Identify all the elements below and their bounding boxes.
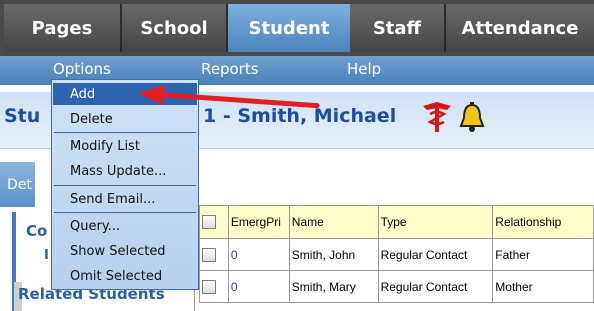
contact-name: Smith, John (288, 238, 379, 271)
emerg-priority-link[interactable]: 0 (227, 238, 290, 271)
tab-label: Staff (372, 17, 422, 39)
medical-caduceus-icon[interactable] (421, 100, 453, 134)
tab-pages[interactable]: Pages (4, 4, 122, 52)
row-select-cell[interactable] (199, 270, 229, 303)
table-row[interactable]: 0 Smith, John Regular Contact Father (199, 238, 594, 271)
tab-attendance[interactable]: Attendance (446, 4, 594, 52)
menu-item-omit-selected[interactable]: Omit Selected (53, 265, 197, 287)
student-title-name: 1 - Smith, Michael (203, 105, 397, 127)
student-title-prefix: Stu (4, 105, 41, 127)
menu-separator (54, 212, 196, 213)
menu-separator (54, 185, 196, 186)
tab-student[interactable]: Student (228, 4, 350, 52)
menu-separator (54, 132, 196, 133)
red-arrow-annotation-head (137, 83, 165, 105)
bell-icon[interactable] (458, 102, 486, 134)
tab-label: School (140, 17, 208, 39)
row-checkbox[interactable] (202, 247, 216, 262)
contact-type: Regular Contact (377, 270, 494, 303)
menu-item-modify-list[interactable]: Modify List (53, 135, 197, 157)
row-checkbox[interactable] (202, 279, 216, 294)
menu-item-send-email[interactable]: Send Email... (53, 188, 197, 210)
menu-options[interactable]: Options (53, 60, 111, 78)
detail-tab-label: Det (7, 176, 32, 193)
column-header[interactable]: EmergPri (227, 205, 290, 239)
menu-reports[interactable]: Reports (201, 60, 259, 78)
menu-item-mass-update[interactable]: Mass Update... (53, 160, 197, 182)
emerg-priority-link[interactable]: 0 (227, 270, 290, 303)
menu-item-show-selected[interactable]: Show Selected (53, 240, 197, 262)
contact-relationship: Father (492, 238, 594, 271)
detail-tab[interactable]: Det (0, 162, 35, 207)
column-header[interactable]: Type (377, 205, 494, 239)
contacts-section-label[interactable]: Co (26, 222, 47, 240)
select-all-checkbox[interactable] (202, 215, 216, 230)
tab-staff[interactable]: Staff (350, 4, 446, 52)
menu-help[interactable]: Help (347, 60, 381, 78)
menu-item-delete[interactable]: Delete (53, 108, 197, 130)
contact-relationship: Mother (492, 270, 594, 303)
contact-name: Smith, Mary (288, 270, 379, 303)
tab-label: Pages (31, 17, 93, 39)
column-header[interactable]: Name (288, 205, 379, 239)
contacts-table: EmergPri Name Type Relationship 0 Smith,… (199, 205, 594, 303)
column-header[interactable]: Relationship (492, 205, 594, 239)
contact-type: Regular Contact (377, 238, 494, 271)
tab-label: Student (248, 17, 330, 39)
tab-school[interactable]: School (122, 4, 228, 52)
row-select-cell[interactable] (199, 238, 229, 271)
select-all-header[interactable] (199, 205, 229, 239)
menu-item-query[interactable]: Query... (53, 215, 197, 237)
contacts-info-text: I (44, 248, 49, 263)
table-row[interactable]: 0 Smith, Mary Regular Contact Mother (199, 270, 594, 303)
tab-label: Attendance (461, 17, 579, 39)
